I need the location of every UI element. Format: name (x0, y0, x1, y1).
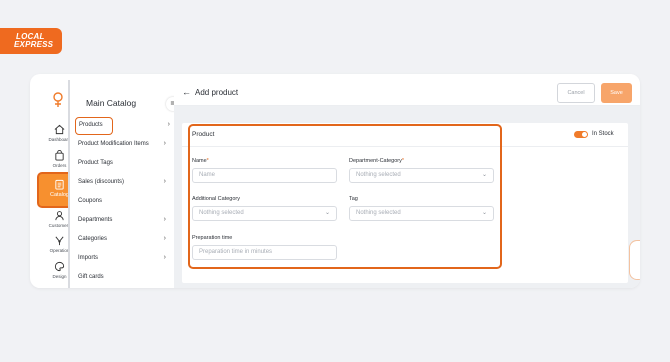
product-card: Product In Stock Name* Name Department-C… (182, 123, 628, 283)
floating-panel-edge (629, 240, 640, 280)
chevron-right-icon: › (167, 121, 170, 128)
department-category-label: Department-Category* (349, 158, 404, 164)
required-marker: * (206, 158, 209, 164)
brand-logo-line2: EXPRESS (14, 40, 54, 49)
menu-item-coupons[interactable]: Coupons (78, 194, 170, 208)
menu-item-label: Product Tags (78, 160, 113, 166)
tag-label: Tag (349, 196, 358, 202)
back-arrow-icon[interactable]: ← (182, 87, 191, 97)
chevron-right-icon: › (163, 178, 166, 185)
catalog-menu: Main Catalog ≣ Products › Product Modifi… (68, 80, 180, 288)
additional-category-label: Additional Category (192, 196, 241, 202)
cancel-button[interactable]: Cancel (557, 83, 595, 103)
menu-item-departments[interactable]: Departments › (78, 213, 170, 227)
menu-item-products[interactable]: Products › (75, 117, 170, 135)
menu-item-product-tags[interactable]: Product Tags (78, 156, 170, 170)
tag-select[interactable]: Nothing selected ⌄ (349, 206, 494, 221)
palette-icon (54, 261, 65, 272)
department-category-label-text: Department-Category (349, 158, 402, 164)
menu-item-label: Departments (78, 217, 113, 223)
chevron-down-icon: ⌄ (481, 210, 487, 216)
chevron-right-icon: › (163, 140, 166, 147)
additional-category-select[interactable]: Nothing selected ⌄ (192, 206, 337, 221)
app-window: Dashboard Orders Catalog Customers Opera… (30, 74, 640, 288)
department-category-select[interactable]: Nothing selected ⌄ (349, 168, 494, 183)
name-input[interactable]: Name (192, 168, 337, 183)
menu-item-gift-cards[interactable]: Gift cards (78, 270, 170, 284)
bag-icon (55, 150, 64, 161)
department-category-value: Nothing selected (356, 172, 401, 178)
menu-item-label: Coupons (78, 198, 103, 204)
page-title: Add product (195, 88, 239, 97)
form-content: Product In Stock Name* Name Department-C… (174, 106, 640, 288)
chevron-down-icon: ⌄ (324, 210, 330, 216)
menu-item-label: Products (79, 122, 103, 128)
name-label: Name* (192, 158, 209, 164)
required-marker: * (401, 158, 405, 164)
product-card-header: Product In Stock (182, 123, 628, 147)
menu-item-label: Imports (78, 255, 99, 261)
main-area: ← Add product Cancel Save Product In Sto… (174, 74, 640, 288)
chevron-down-icon: ⌄ (481, 172, 487, 178)
users-icon (55, 211, 64, 221)
home-icon (54, 124, 65, 135)
additional-category-value: Nothing selected (199, 210, 244, 216)
menu-item-product-modification-items[interactable]: Product Modification Items › (78, 137, 170, 151)
in-stock-toggle[interactable] (574, 131, 588, 138)
name-label-text: Name (192, 158, 207, 164)
app-logo-icon (53, 92, 63, 107)
menu-title: Main Catalog (86, 98, 137, 108)
brand-logo: LOCAL EXPRESS (0, 28, 62, 54)
chevron-right-icon: › (163, 216, 166, 223)
menu-item-imports[interactable]: Imports › (78, 251, 170, 265)
menu-item-categories[interactable]: Categories › (78, 232, 170, 246)
in-stock-label: In Stock (592, 131, 614, 137)
menu-item-label: Product Modification Items (78, 141, 149, 147)
chevron-right-icon: › (163, 235, 166, 242)
menu-item-label: Categories (78, 236, 108, 242)
menu-item-label: Sales (discounts) (78, 179, 125, 185)
clipboard-icon (55, 179, 64, 190)
tag-value: Nothing selected (356, 210, 401, 216)
page-header: ← Add product Cancel Save (174, 74, 640, 106)
chevron-right-icon: › (163, 254, 166, 261)
menu-item-sales-discounts[interactable]: Sales (discounts) › (78, 175, 170, 189)
menu-item-label: Gift cards (78, 274, 104, 280)
preparation-time-input[interactable]: Preparation time in minutes (192, 245, 337, 260)
product-card-title: Product (192, 131, 215, 138)
operation-icon (55, 236, 64, 246)
preparation-time-label: Preparation time (192, 235, 233, 241)
save-button[interactable]: Save (601, 83, 632, 103)
